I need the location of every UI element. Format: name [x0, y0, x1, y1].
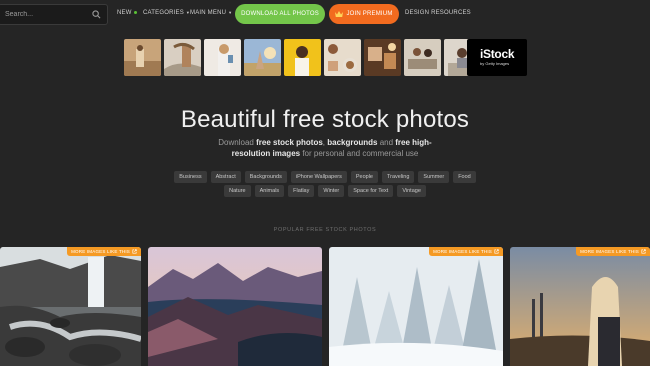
- tag-animals[interactable]: Animals: [254, 185, 285, 197]
- thumbnail-image[interactable]: [364, 39, 401, 76]
- search-input[interactable]: [0, 11, 89, 18]
- download-all-label: DOWNLOAD ALL PHOTOS: [241, 11, 319, 17]
- nav-main-menu-label: MAIN MENU: [190, 10, 227, 17]
- nav-main-menu[interactable]: MAIN MENU ▼: [190, 10, 232, 16]
- tag-vintage[interactable]: Vintage: [397, 185, 426, 197]
- page-title: Beautiful free stock photos: [180, 106, 470, 133]
- subtitle-free-stock-photos: free stock photos: [256, 138, 323, 147]
- nav-new-label: NEW: [117, 10, 132, 16]
- thumbnail-image[interactable]: [244, 39, 281, 76]
- tag-iphone-wallpapers[interactable]: iPhone Wallpapers: [290, 171, 347, 183]
- subtitle-backgrounds: backgrounds: [327, 138, 378, 147]
- tag-winter[interactable]: Winter: [318, 185, 345, 197]
- top-navigation: NEW CATEGORIES▼ MAIN MENU▼ DOWNLOAD ALL …: [0, 0, 650, 29]
- more-images-like-this-badge[interactable]: MORE IMAGES LIKE THIS: [67, 247, 141, 256]
- download-all-photos-button[interactable]: DOWNLOAD ALL PHOTOS: [235, 4, 325, 24]
- category-tags-row-1: Business Abstract Backgrounds iPhone Wal…: [160, 171, 490, 183]
- tag-food[interactable]: Food: [453, 171, 476, 183]
- subtitle-prefix: Download: [218, 138, 257, 147]
- tag-flatlay[interactable]: Flatlay: [288, 185, 315, 197]
- more-images-like-this-badge[interactable]: MORE IMAGES LIKE THIS: [576, 247, 650, 256]
- tag-traveling[interactable]: Traveling: [381, 171, 415, 183]
- external-link-icon: [132, 249, 137, 254]
- photo-card-fjord[interactable]: [148, 247, 322, 366]
- photo-image: [510, 247, 650, 366]
- istock-logo: iStock: [480, 47, 515, 61]
- photo-card-sunset-woman[interactable]: MORE IMAGES LIKE THIS: [510, 247, 650, 366]
- istock-banner[interactable]: iStock by Getty Images: [467, 39, 527, 76]
- photo-image: [329, 247, 503, 366]
- search-box[interactable]: [0, 4, 108, 25]
- nav-categories[interactable]: CATEGORIES ▼: [143, 10, 190, 16]
- badge-label: MORE IMAGES LIKE THIS: [71, 249, 130, 254]
- istock-sub: by Getty Images: [480, 61, 510, 66]
- page-subtitle: Download free stock photos, backgrounds …: [200, 137, 450, 159]
- badge-label: MORE IMAGES LIKE THIS: [433, 249, 492, 254]
- crown-icon: [335, 11, 344, 17]
- tag-abstract[interactable]: Abstract: [210, 171, 241, 183]
- tag-backgrounds[interactable]: Backgrounds: [244, 171, 287, 183]
- featured-thumbnails: [124, 39, 481, 76]
- tag-space-for-text[interactable]: Space for Text: [348, 185, 394, 197]
- chevron-down-icon: ▼: [228, 10, 233, 15]
- subtitle-suffix: for personal and commercial use: [300, 149, 419, 158]
- thumbnail-image[interactable]: [324, 39, 361, 76]
- subtitle-mid2: and: [377, 138, 396, 147]
- tag-people[interactable]: People: [350, 171, 378, 183]
- thumbnail-image[interactable]: [204, 39, 241, 76]
- photo-card-waterfall[interactable]: MORE IMAGES LIKE THIS: [0, 247, 141, 366]
- thumbnail-image[interactable]: [284, 39, 321, 76]
- tag-summer[interactable]: Summer: [418, 171, 450, 183]
- more-images-like-this-badge[interactable]: MORE IMAGES LIKE THIS: [429, 247, 503, 256]
- section-title: POPULAR FREE STOCK PHOTOS: [273, 227, 377, 233]
- tag-nature[interactable]: Nature: [224, 185, 251, 197]
- join-premium-label: JOIN PREMIUM: [346, 11, 393, 17]
- nav-design-resources-label: DESIGN RESOURCES: [405, 10, 471, 16]
- nav-design-resources[interactable]: DESIGN RESOURCES: [405, 10, 471, 16]
- nav-categories-label: CATEGORIES: [143, 10, 184, 17]
- search-icon[interactable]: [92, 10, 101, 19]
- badge-label: MORE IMAGES LIKE THIS: [580, 249, 639, 254]
- photo-image: [148, 247, 322, 366]
- external-link-icon: [641, 249, 646, 254]
- thumbnail-image[interactable]: [124, 39, 161, 76]
- photo-card-snow-forest[interactable]: MORE IMAGES LIKE THIS: [329, 247, 503, 366]
- photo-image: [0, 247, 141, 366]
- tag-business[interactable]: Business: [174, 171, 207, 183]
- thumbnail-image[interactable]: [404, 39, 441, 76]
- thumbnail-image[interactable]: [164, 39, 201, 76]
- nav-new[interactable]: NEW: [117, 10, 137, 16]
- join-premium-button[interactable]: JOIN PREMIUM: [329, 4, 399, 24]
- external-link-icon: [494, 249, 499, 254]
- category-tags-row-2: Nature Animals Flatlay Winter Space for …: [160, 185, 490, 197]
- new-indicator-dot: [133, 10, 137, 14]
